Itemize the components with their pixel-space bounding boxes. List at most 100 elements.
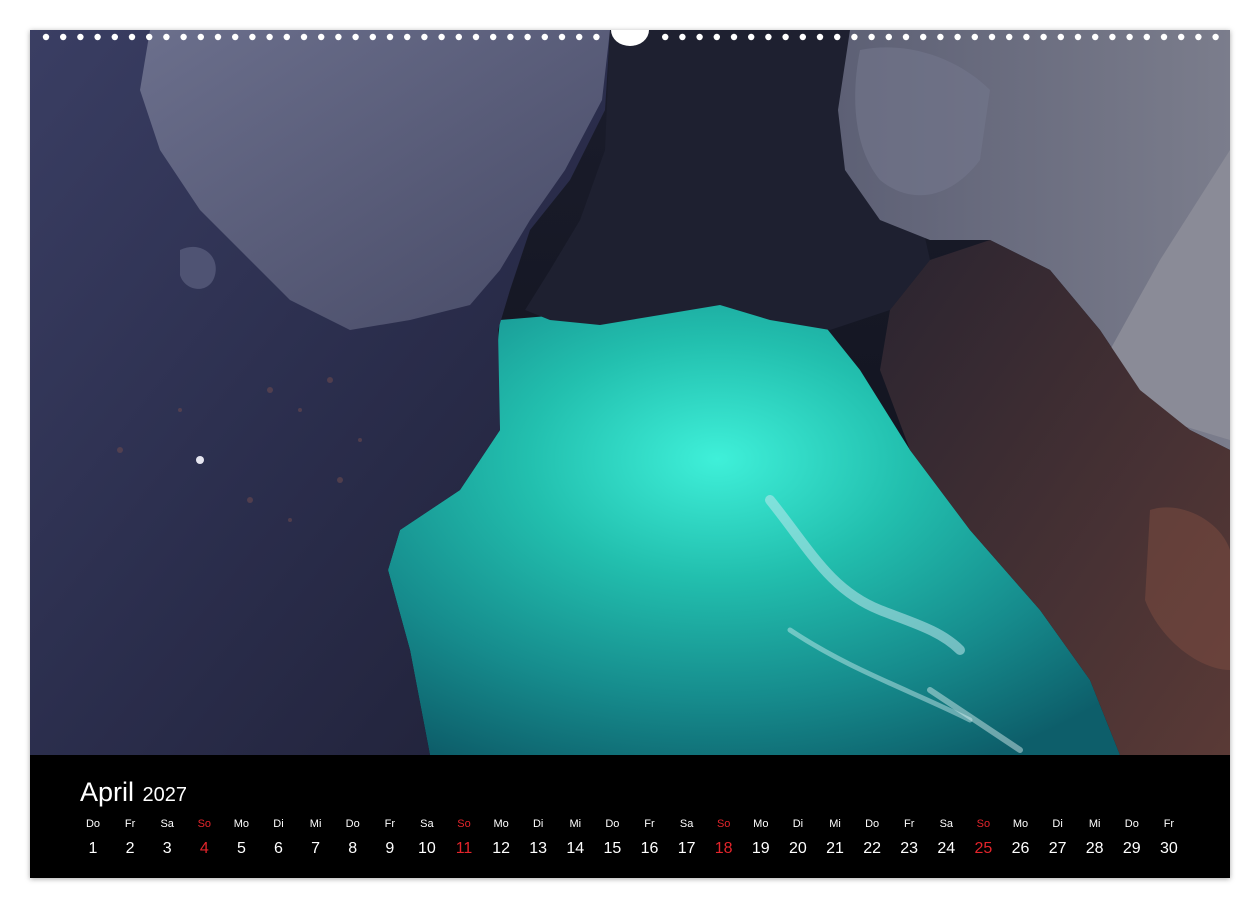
binding-hole — [1195, 33, 1202, 41]
binding-hole — [94, 33, 101, 41]
binding-hole — [696, 33, 703, 41]
day-cell: Do 8 — [334, 817, 372, 859]
weekday-label: Mi — [1088, 818, 1101, 830]
binding-hole — [438, 33, 445, 41]
day-number: 19 — [751, 840, 770, 857]
weekday-label: Mi — [569, 818, 582, 830]
binding-hole — [885, 33, 892, 41]
day-number: 7 — [311, 840, 321, 857]
binding-hole — [128, 33, 136, 41]
day-number: 21 — [826, 840, 844, 857]
day-cell: Di 20 — [779, 817, 817, 859]
binding-hole — [765, 33, 772, 41]
binding-hole — [730, 33, 738, 41]
day-number: 2 — [125, 840, 135, 857]
day-cell: Sa 10 — [408, 817, 446, 859]
binding-hole — [77, 33, 84, 41]
binding-hole — [146, 33, 153, 41]
binding-hole — [576, 33, 583, 41]
binding-hole — [111, 33, 119, 41]
day-cell: Sa 17 — [668, 817, 706, 859]
binding-hole — [197, 33, 204, 41]
binding-hole — [1092, 33, 1099, 41]
binding-hole — [541, 33, 548, 41]
binding-hole — [404, 33, 411, 41]
day-cell: Di 27 — [1039, 817, 1077, 859]
binding-hole — [507, 33, 514, 41]
weekday-label: Mo — [753, 818, 769, 830]
binding-hole — [421, 33, 428, 41]
month-year: 2027 — [142, 784, 187, 806]
binding-hole — [249, 33, 256, 41]
binding-hole — [902, 33, 910, 41]
weekday-label: Sa — [160, 818, 174, 830]
weekday-label: Do — [605, 818, 620, 830]
day-cell: Sa 3 — [148, 817, 186, 859]
day-cell: Mo 5 — [222, 817, 260, 859]
day-cell: Mi 14 — [556, 817, 594, 859]
day-number: 5 — [236, 840, 246, 857]
binding-hole — [232, 33, 239, 41]
binding-hole — [42, 33, 50, 41]
weekday-label: Do — [1124, 818, 1139, 830]
weekday-label: Sa — [420, 818, 434, 830]
binding-hole — [954, 33, 961, 41]
day-number: 18 — [714, 840, 733, 857]
day-number: 17 — [677, 840, 696, 857]
day-number: 25 — [974, 840, 993, 857]
days-row: Do 1 Fr 2 Sa 3 So 4 Mo 5 Di 6 Mi 7 Do 8 Fr 9 Sa 10 So 11 Mo 12 D… — [74, 817, 1204, 867]
day-number: 20 — [788, 840, 807, 857]
day-number: 27 — [1048, 840, 1067, 857]
binding-hole — [386, 33, 394, 41]
day-number: 10 — [417, 840, 436, 857]
binding-hole — [1074, 33, 1082, 41]
binding-hole — [1143, 33, 1151, 41]
day-number: 30 — [1159, 840, 1178, 857]
day-number: 26 — [1011, 840, 1030, 857]
day-number: 9 — [385, 840, 395, 857]
binding-hole — [799, 33, 806, 41]
day-cell: Sa 24 — [927, 817, 965, 859]
binding-hole — [369, 33, 376, 41]
day-number: 23 — [900, 840, 919, 857]
day-number: 12 — [492, 840, 510, 857]
weekday-label: Do — [345, 818, 360, 830]
binding-hole — [318, 33, 325, 41]
binding-hole — [283, 33, 290, 41]
day-number: 15 — [603, 840, 622, 857]
weekday-label: Fr — [1163, 818, 1175, 830]
day-number: 8 — [348, 840, 358, 857]
cave-sea-photo — [30, 30, 1230, 755]
binding-hole — [352, 33, 359, 41]
weekday-label: Sa — [939, 818, 954, 830]
binding-hole — [971, 33, 978, 41]
day-cell: So 4 — [185, 817, 223, 859]
binding-hole — [593, 33, 600, 41]
binding-hole — [834, 33, 841, 41]
weekday-label: Mo — [493, 818, 509, 830]
day-number: 13 — [529, 840, 548, 857]
binding-hole — [816, 33, 824, 41]
binding-hole — [1178, 33, 1185, 41]
weekday-label: Mo — [1012, 818, 1029, 830]
month-name: April — [80, 777, 135, 807]
day-cell: Mi 28 — [1076, 817, 1114, 859]
binding-hole — [60, 33, 67, 41]
binding-hole — [920, 33, 927, 41]
weekday-label: So — [976, 818, 991, 830]
day-number: 3 — [162, 840, 172, 857]
weekday-label: Fr — [903, 818, 915, 830]
day-cell: Fr 23 — [890, 817, 928, 859]
weekday-label: So — [716, 818, 731, 830]
binding-hole — [679, 33, 686, 41]
day-cell: Fr 2 — [111, 817, 149, 859]
binding-hole — [214, 33, 222, 41]
binding-hole — [1212, 33, 1219, 41]
day-cell: Do 1 — [74, 817, 112, 859]
binding-hole — [524, 33, 531, 41]
binding-hole — [1006, 33, 1013, 41]
binding-hole — [851, 33, 858, 41]
weekday-label: So — [197, 818, 212, 830]
binding-hole — [1057, 33, 1065, 41]
binding-hole — [335, 33, 342, 41]
